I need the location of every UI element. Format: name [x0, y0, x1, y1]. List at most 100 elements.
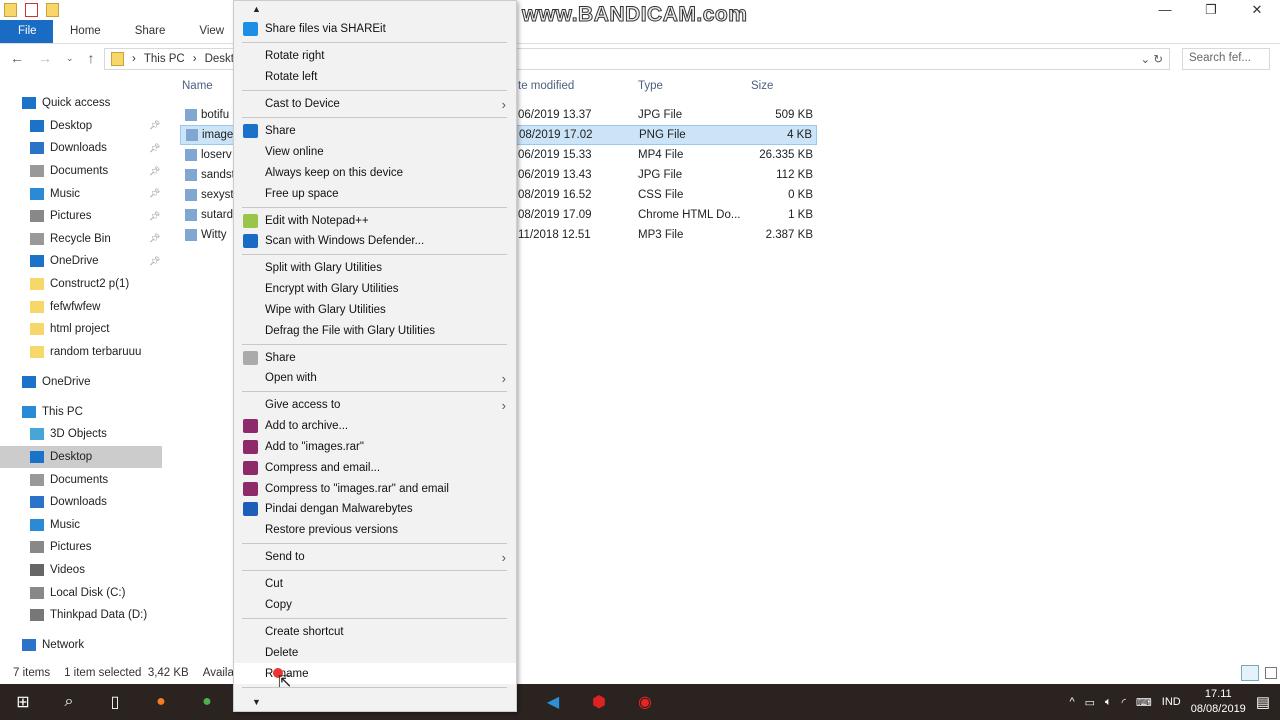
pin-icon[interactable]: 📌︎	[149, 188, 160, 199]
menu-item[interactable]: Scan with Windows Defender...	[234, 231, 516, 252]
sidebar-item[interactable]: Pictures 📌︎	[0, 205, 162, 228]
sidebar-item[interactable]: fefwfwfew	[0, 295, 162, 318]
menu-item[interactable]: Restore previous versions	[234, 520, 516, 541]
menu-item[interactable]: Cast to Device ›	[234, 94, 516, 115]
tab-file[interactable]: File	[0, 20, 53, 43]
sidebar-item[interactable]: Downloads	[0, 491, 162, 514]
sidebar-item[interactable]: random terbaruuu	[0, 341, 162, 364]
pin-icon[interactable]: 📌︎	[149, 166, 160, 177]
sidebar-item[interactable]: Recycle Bin 📌︎	[0, 228, 162, 251]
up-icon[interactable]: ↑	[88, 50, 95, 66]
language-indicator[interactable]: IND	[1162, 696, 1181, 708]
menu-item[interactable]: Cut	[234, 574, 516, 595]
task-view-icon[interactable]: ▯	[92, 692, 138, 712]
menu-item[interactable]: Rotate left	[234, 67, 516, 88]
search-icon[interactable]: ⌕	[46, 693, 92, 711]
tab-home[interactable]: Home	[53, 20, 118, 43]
show-hidden-icons[interactable]: ^	[1069, 696, 1074, 708]
menu-item[interactable]: Compress and email...	[234, 457, 516, 478]
minimize-button[interactable]: —	[1142, 2, 1188, 18]
sidebar-item[interactable]: Music 📌︎	[0, 182, 162, 205]
col-date[interactable]: te modified	[518, 80, 574, 92]
bandicam-icon[interactable]: ◉	[622, 692, 668, 712]
menu-item[interactable]: Wipe with Glary Utilities	[234, 300, 516, 321]
sidebar-item[interactable]: Documents	[0, 468, 162, 491]
menu-item[interactable]: Add to archive...	[234, 416, 516, 437]
wifi-icon[interactable]: ◜	[1122, 696, 1126, 709]
sidebar-item[interactable]: Music	[0, 513, 162, 536]
scroll-up-icon[interactable]: ▲	[252, 4, 261, 14]
clock[interactable]: 17.11 08/08/2019	[1191, 687, 1246, 717]
battery-icon[interactable]: ▭	[1085, 696, 1095, 709]
maximize-button[interactable]: ❐	[1188, 2, 1234, 18]
pin-icon[interactable]: 📌︎	[149, 143, 160, 154]
sidebar-icon	[30, 518, 44, 531]
sidebar-item[interactable]: Quick access	[0, 92, 162, 115]
sidebar-item[interactable]: Local Disk (C:)	[0, 581, 162, 604]
close-button[interactable]: ✕	[1234, 2, 1280, 18]
sidebar-item[interactable]: Desktop	[0, 445, 162, 469]
vscode-icon[interactable]: ◀	[530, 692, 576, 712]
menu-item[interactable]: View online	[234, 142, 516, 163]
menu-item[interactable]: Rotate right	[234, 46, 516, 67]
search-input[interactable]: Search fef...	[1182, 48, 1270, 70]
menu-item[interactable]: Add to "images.rar"	[234, 437, 516, 458]
col-size[interactable]: Size	[751, 80, 773, 92]
menu-item[interactable]: Defrag the File with Glary Utilities	[234, 320, 516, 341]
sidebar-item[interactable]: This PC	[0, 401, 162, 424]
sidebar-item[interactable]: html project	[0, 318, 162, 341]
menu-item[interactable]: Give access to ›	[234, 395, 516, 416]
recent-icon[interactable]: ⌄	[66, 50, 74, 66]
keyboard-icon[interactable]: ⌨	[1136, 696, 1152, 709]
pin-icon[interactable]: 📌︎	[149, 256, 160, 267]
menu-item[interactable]: Delete	[234, 642, 516, 663]
sidebar-item[interactable]: OneDrive	[0, 371, 162, 394]
menu-item[interactable]: Copy	[234, 595, 516, 616]
new-folder-icon[interactable]	[46, 3, 59, 17]
app-icon[interactable]: ⬢	[576, 692, 622, 712]
menu-item[interactable]: Split with Glary Utilities	[234, 258, 516, 279]
tab-share[interactable]: Share	[118, 20, 183, 43]
menu-item[interactable]: Always keep on this device	[234, 162, 516, 183]
sidebar-item[interactable]: Documents 📌︎	[0, 160, 162, 183]
properties-icon[interactable]	[25, 3, 38, 17]
sidebar-item[interactable]: Videos	[0, 559, 162, 582]
details-view-button[interactable]	[1241, 665, 1259, 681]
sidebar-item[interactable]: Network	[0, 634, 162, 657]
menu-item[interactable]: Edit with Notepad++	[234, 210, 516, 231]
menu-item[interactable]: Free up space	[234, 183, 516, 204]
sidebar-item[interactable]: Downloads 📌︎	[0, 137, 162, 160]
menu-item[interactable]: Share files via SHAREit	[234, 19, 516, 40]
sidebar-item[interactable]: 3D Objects	[0, 423, 162, 446]
menu-item[interactable]: Compress to "images.rar" and email	[234, 478, 516, 499]
back-icon[interactable]: ←	[10, 50, 24, 66]
folder-icon[interactable]	[4, 3, 17, 17]
pin-icon[interactable]: 📌︎	[149, 211, 160, 222]
pin-icon[interactable]: 📌︎	[149, 233, 160, 244]
menu-item[interactable]: Share	[234, 347, 516, 368]
forward-icon[interactable]: →	[38, 50, 52, 66]
scroll-down-icon[interactable]: ▼	[252, 697, 261, 707]
notifications-icon[interactable]: ▤	[1256, 693, 1270, 711]
volume-icon[interactable]: 🔈︎	[1105, 696, 1112, 709]
menu-item[interactable]: Share	[234, 121, 516, 142]
menu-item[interactable]: Encrypt with Glary Utilities	[234, 279, 516, 300]
large-icons-view-button[interactable]	[1265, 667, 1277, 679]
sidebar-item[interactable]: Desktop 📌︎	[0, 115, 162, 138]
menu-item[interactable]: Open with ›	[234, 368, 516, 389]
col-name[interactable]: Name	[182, 80, 213, 92]
start-icon[interactable]: ⊞	[0, 692, 46, 712]
sidebar-item[interactable]: Construct2 p(1)	[0, 273, 162, 296]
pin-icon[interactable]: 📌︎	[149, 120, 160, 131]
menu-item[interactable]: Pindai dengan Malwarebytes	[234, 499, 516, 520]
chrome-icon[interactable]: ●	[184, 693, 230, 711]
sidebar-item[interactable]: Thinkpad Data (D:)	[0, 604, 162, 627]
breadcrumb-this-pc[interactable]: This PC	[144, 53, 185, 65]
refresh-icon[interactable]: ⌄ ↻	[1141, 52, 1163, 66]
sidebar-item[interactable]: OneDrive 📌︎	[0, 250, 162, 273]
menu-item[interactable]: Send to ›	[234, 547, 516, 568]
col-type[interactable]: Type	[638, 80, 663, 92]
firefox-icon[interactable]: ●	[138, 693, 184, 711]
menu-item[interactable]: Create shortcut	[234, 622, 516, 643]
sidebar-item[interactable]: Pictures	[0, 536, 162, 559]
